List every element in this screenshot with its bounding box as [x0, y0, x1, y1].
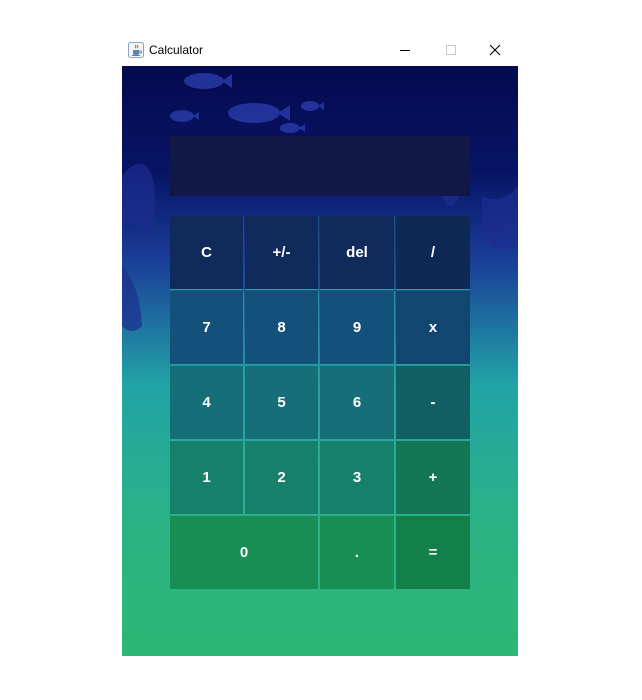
two-button[interactable]: 2: [245, 441, 319, 515]
zero-button[interactable]: 0: [170, 516, 319, 589]
minimize-icon: [400, 50, 410, 51]
add-button[interactable]: +: [396, 441, 470, 515]
maximize-icon: [446, 45, 456, 55]
one-button[interactable]: 1: [170, 441, 244, 515]
nine-button[interactable]: 9: [320, 291, 395, 365]
seven-button[interactable]: 7: [170, 291, 244, 365]
calculator-body: C +/- del / 7 8 9 x 4 5 6 - 1 2 3 + 0 . …: [122, 66, 518, 656]
close-icon: [489, 44, 501, 56]
six-button[interactable]: 6: [320, 366, 395, 440]
subtract-button[interactable]: -: [396, 366, 470, 440]
calculator-display: [170, 136, 470, 196]
maximize-button[interactable]: [428, 34, 474, 66]
minimize-button[interactable]: [382, 34, 428, 66]
multiply-button[interactable]: x: [396, 291, 470, 365]
delete-button[interactable]: del: [320, 216, 395, 290]
keypad: C +/- del / 7 8 9 x 4 5 6 - 1 2 3 + 0 . …: [170, 216, 470, 589]
four-button[interactable]: 4: [170, 366, 244, 440]
eight-button[interactable]: 8: [245, 291, 319, 365]
three-button[interactable]: 3: [320, 441, 395, 515]
close-button[interactable]: [472, 34, 518, 66]
window-title: Calculator: [149, 43, 204, 57]
negate-button[interactable]: +/-: [245, 216, 319, 290]
decimal-button[interactable]: .: [320, 516, 395, 589]
title-bar[interactable]: Calculator: [122, 34, 518, 66]
calculator-window: Calculator C +/- del / 7 8 9 x 4 5 6 - 1…: [122, 34, 518, 656]
divide-button[interactable]: /: [396, 216, 470, 290]
clear-button[interactable]: C: [170, 216, 244, 290]
java-cup-icon: [128, 42, 144, 58]
five-button[interactable]: 5: [245, 366, 319, 440]
equals-button[interactable]: =: [396, 516, 470, 589]
